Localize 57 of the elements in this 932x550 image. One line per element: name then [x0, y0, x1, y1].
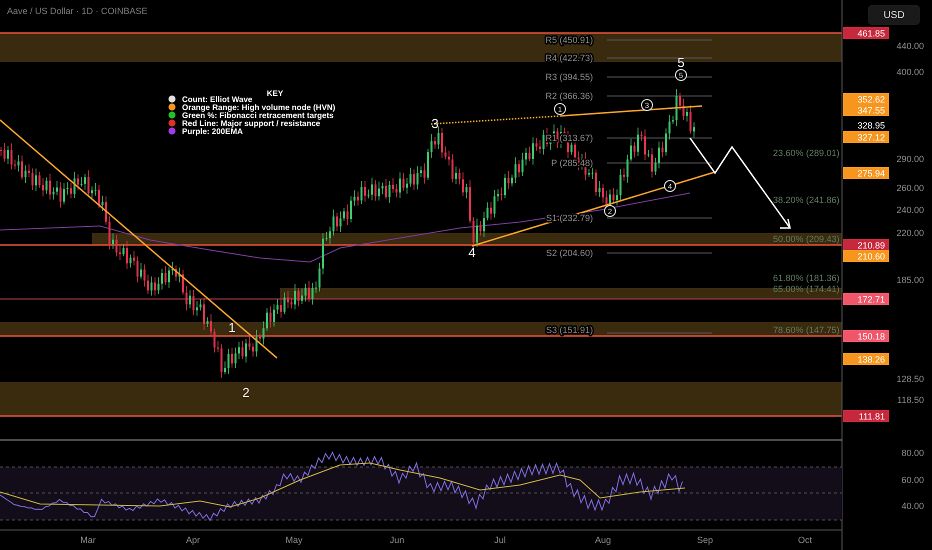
price-tick: 240.00 [896, 205, 924, 215]
price-badge: 210.60 [843, 250, 889, 262]
key-item: Count: Elliot Wave [182, 95, 252, 104]
pivot-label: S2 (204.60) [546, 248, 593, 258]
price-badge: 352.62 [843, 93, 889, 105]
month-label: Jun [390, 535, 404, 545]
pivot-label: R2 (366.36) [545, 91, 593, 101]
month-label: Apr [186, 535, 200, 545]
fib-label: 65.00% (174.41) [773, 284, 840, 294]
wave-label: 1 [228, 320, 236, 335]
fib-label: 23.60% (289.01) [773, 148, 840, 158]
price-badge: 150.18 [843, 330, 889, 342]
month-label: Aug [595, 535, 611, 545]
month-label: Mar [80, 535, 96, 545]
pivot-label: S3 (151.91) [546, 325, 593, 335]
wave-label: 2 [242, 385, 250, 400]
chart-title: Aave / US Dollar · 1D · COINBASE [7, 6, 148, 16]
fib-label: 61.80% (181.36) [773, 273, 840, 283]
fib-label: 78.60% (147.75) [773, 325, 840, 335]
wave-label: 3 [431, 116, 439, 131]
rsi-tick: 40.00 [901, 501, 924, 511]
price-tick: 260.00 [896, 183, 924, 193]
pivot-label: R3 (394.55) [545, 72, 593, 82]
price-tick: 290.00 [896, 154, 924, 164]
key-item: Red Line: Major support / resistance [182, 119, 320, 128]
price-badge: 461.85 [843, 27, 889, 39]
price-tick: 440.00 [896, 41, 924, 51]
pivot-label: R4 (422.73) [545, 53, 593, 63]
currency-button[interactable]: USD [868, 5, 920, 25]
month-label: May [286, 535, 302, 545]
price-tick: 400.00 [896, 67, 924, 77]
price-badge: 138.26 [843, 353, 889, 365]
price-tick: 118.50 [897, 395, 924, 405]
price-tick: 220.00 [896, 228, 924, 238]
month-label: Oct [798, 535, 812, 545]
key-title: KEY [266, 89, 284, 98]
wave-label: 5 [677, 55, 685, 70]
month-label: Jul [494, 535, 506, 545]
fib-label: 50.00% (209.43) [773, 234, 840, 244]
price-badge: 347.55 [843, 104, 889, 116]
rsi-tick: 60.00 [901, 475, 924, 485]
price-tick: 185.00 [896, 275, 924, 285]
fib-label: 38.20% (241.86) [773, 195, 840, 205]
wave-label: 4 [468, 245, 476, 260]
price-label: 328.95 [857, 120, 885, 130]
month-label: Sep [697, 535, 713, 545]
price-badge: 172.71 [843, 293, 889, 305]
price-badge: 275.94 [843, 167, 889, 179]
pivot-label: R5 (450.91) [545, 35, 593, 45]
key-item: Green %: Fibonacci retracement targets [182, 111, 334, 120]
price-badge: 210.89 [843, 239, 889, 251]
price-badge: 111.81 [843, 410, 889, 422]
rsi-tick: 80.00 [901, 448, 924, 458]
price-badge: 327.12 [843, 131, 889, 143]
key-item: Purple: 200EMA [182, 127, 243, 136]
key-item: Orange Range: High volume node (HVN) [182, 103, 336, 112]
price-tick: 128.50 [896, 374, 924, 384]
